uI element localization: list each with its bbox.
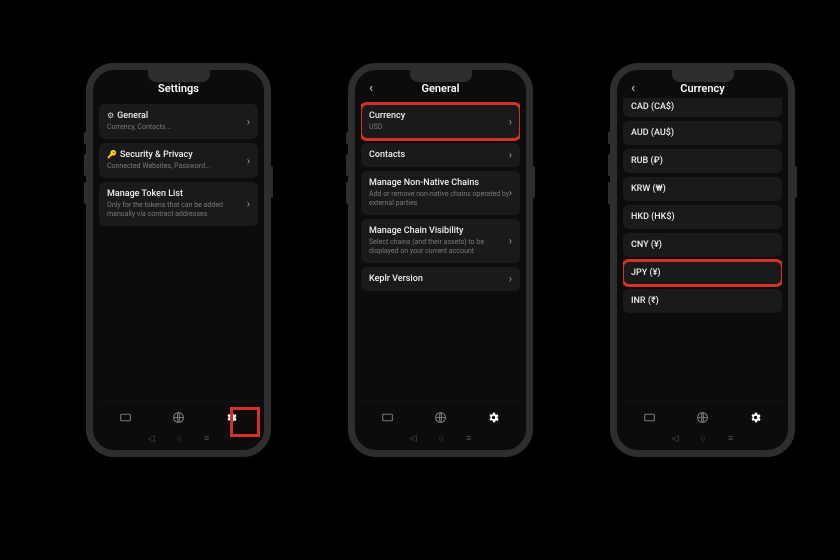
row-title: Manage Non-Native Chains: [369, 178, 479, 188]
row-title: RUB (₽): [631, 156, 663, 166]
nav-recent-icon[interactable]: ≡: [466, 435, 471, 444]
phone-currency: ‹ Currency CAD (CA$) AUD (AU$) RUB (₽) K…: [610, 63, 795, 457]
tab-browser[interactable]: [414, 411, 467, 424]
tab-settings[interactable]: [467, 411, 520, 424]
row-cny[interactable]: CNY (¥): [623, 233, 782, 257]
tabbar: [99, 401, 258, 432]
tab-wallet[interactable]: [99, 411, 152, 424]
row-title: AUD (AU$): [631, 128, 674, 138]
header-title: Settings: [158, 82, 199, 95]
chevron-right-icon: ›: [509, 273, 512, 286]
row-hkd[interactable]: HKD (HK$): [623, 205, 782, 229]
header: Settings: [99, 76, 258, 100]
row-title: KRW (₩): [631, 184, 666, 194]
nav-recent-icon[interactable]: ≡: [204, 435, 209, 444]
nav-home-icon[interactable]: ○: [701, 435, 706, 444]
settings-list: ⚙ General Currency, Contacts... › 🔑 Secu…: [99, 100, 258, 401]
header: ‹ Currency: [623, 76, 782, 100]
nav-home-icon[interactable]: ○: [177, 435, 182, 444]
row-general[interactable]: ⚙ General Currency, Contacts... ›: [99, 104, 258, 139]
row-aud[interactable]: AUD (AU$): [623, 121, 782, 145]
nav-home-icon[interactable]: ○: [439, 435, 444, 444]
row-inr[interactable]: INR (₹): [623, 289, 782, 313]
row-manage-non-native[interactable]: Manage Non-Native Chains Add or remove n…: [361, 171, 520, 215]
row-security[interactable]: 🔑 Security & Privacy Connected Websites,…: [99, 143, 258, 178]
tab-browser[interactable]: [152, 411, 205, 424]
row-contacts[interactable]: Contacts ›: [361, 143, 520, 167]
tab-browser[interactable]: [676, 411, 729, 424]
row-sub: Select chains (and their assets) to be d…: [369, 238, 512, 256]
row-title: Keplr Version: [369, 274, 423, 284]
row-title: Manage Token List: [107, 189, 183, 199]
chevron-right-icon: ›: [509, 149, 512, 162]
chevron-right-icon: ›: [509, 115, 512, 128]
row-manage-token-list[interactable]: Manage Token List Only for the tokens th…: [99, 182, 258, 226]
nav-back-icon[interactable]: ◁: [410, 435, 417, 444]
row-title: CNY (¥): [631, 240, 662, 250]
row-title: Security & Privacy: [120, 150, 193, 160]
header-title: Currency: [680, 82, 724, 95]
back-button[interactable]: ‹: [625, 76, 641, 100]
row-title: INR (₹): [631, 296, 659, 306]
row-manage-chain-visibility[interactable]: Manage Chain Visibility Select chains (a…: [361, 219, 520, 263]
row-sub: Currency, Contacts...: [107, 123, 250, 132]
row-title: CAD (CA$): [631, 102, 674, 112]
back-button[interactable]: ‹: [363, 76, 379, 100]
tabbar: [361, 401, 520, 432]
row-title: Currency: [369, 111, 405, 121]
android-nav: ◁ ○ ≡: [623, 432, 782, 446]
android-nav: ◁ ○ ≡: [99, 432, 258, 446]
row-sub: Connected Websites, Password...: [107, 162, 250, 171]
chevron-right-icon: ›: [247, 115, 250, 128]
general-list: Currency USD › Contacts › Manage Non-Nat…: [361, 100, 520, 401]
row-cad[interactable]: CAD (CA$): [623, 98, 782, 117]
nav-recent-icon[interactable]: ≡: [728, 435, 733, 444]
phone-settings: Settings ⚙ General Currency, Contacts...…: [86, 63, 271, 457]
tabbar: [623, 401, 782, 432]
key-icon: 🔑: [107, 151, 117, 159]
tab-settings[interactable]: [729, 411, 782, 424]
phone-general: ‹ General Currency USD › Contacts › Mana…: [348, 63, 533, 457]
tab-wallet[interactable]: [361, 411, 414, 424]
row-title: Manage Chain Visibility: [369, 226, 463, 236]
row-title: JPY (¥): [631, 268, 661, 278]
tab-wallet[interactable]: [623, 411, 676, 424]
chevron-right-icon: ›: [509, 187, 512, 200]
row-title: Contacts: [369, 150, 405, 160]
row-sub: Only for the tokens that can be added ma…: [107, 201, 250, 219]
row-title: HKD (HK$): [631, 212, 675, 222]
chevron-right-icon: ›: [247, 198, 250, 211]
row-keplr-version[interactable]: Keplr Version ›: [361, 267, 520, 291]
row-rub[interactable]: RUB (₽): [623, 149, 782, 173]
row-sub: Add or remove non-native chains operated…: [369, 190, 512, 208]
nav-back-icon[interactable]: ◁: [672, 435, 679, 444]
header-title: General: [421, 82, 459, 95]
row-jpy[interactable]: JPY (¥): [623, 261, 782, 285]
android-nav: ◁ ○ ≡: [361, 432, 520, 446]
row-title: General: [117, 111, 148, 121]
tab-settings[interactable]: [205, 411, 258, 424]
chevron-right-icon: ›: [247, 154, 250, 167]
gear-icon: ⚙: [107, 112, 114, 120]
row-currency[interactable]: Currency USD ›: [361, 104, 520, 139]
chevron-right-icon: ›: [509, 235, 512, 248]
row-sub: USD: [369, 123, 512, 132]
nav-back-icon[interactable]: ◁: [148, 435, 155, 444]
currency-list: CAD (CA$) AUD (AU$) RUB (₽) KRW (₩) HKD …: [623, 98, 782, 401]
header: ‹ General: [361, 76, 520, 100]
row-krw[interactable]: KRW (₩): [623, 177, 782, 201]
